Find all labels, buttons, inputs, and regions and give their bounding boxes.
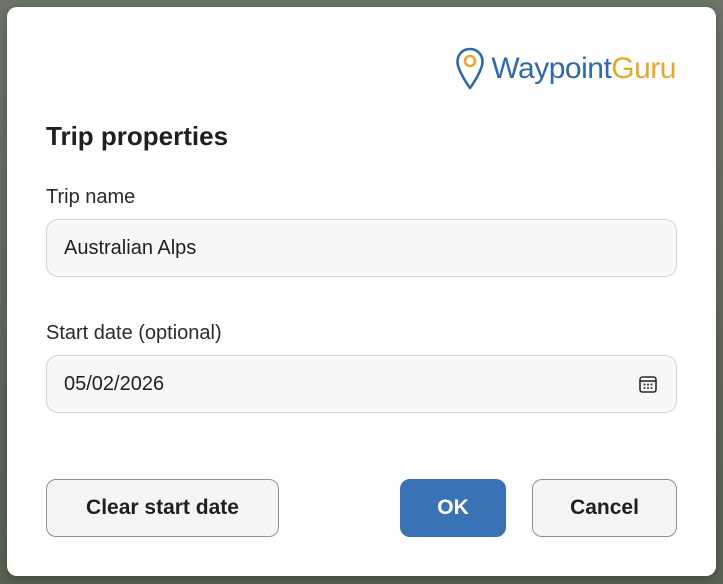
start-date-input[interactable]: 05/02/2026 <box>46 355 677 413</box>
trip-name-value: Australian Alps <box>64 236 197 259</box>
calendar-icon[interactable] <box>637 373 659 395</box>
clear-start-date-button[interactable]: Clear start date <box>46 479 279 537</box>
dialog-title: Trip properties <box>46 121 229 151</box>
ok-button[interactable]: OK <box>400 479 506 537</box>
brand-name-part2: Guru <box>611 52 676 85</box>
brand-logo: WaypointGuru <box>455 47 676 91</box>
brand-name-part1: Waypoint <box>491 52 612 85</box>
brand-name: WaypointGuru <box>491 54 676 84</box>
start-date-value: 05/02/2026 <box>64 372 165 395</box>
trip-name-input[interactable]: Australian Alps <box>46 219 677 277</box>
cancel-button[interactable]: Cancel <box>532 479 677 537</box>
trip-name-label: Trip name <box>46 186 136 208</box>
trip-properties-dialog: WaypointGuru Trip properties Trip name A… <box>7 7 716 576</box>
map-pin-icon <box>455 47 485 91</box>
start-date-label: Start date (optional) <box>46 322 222 344</box>
